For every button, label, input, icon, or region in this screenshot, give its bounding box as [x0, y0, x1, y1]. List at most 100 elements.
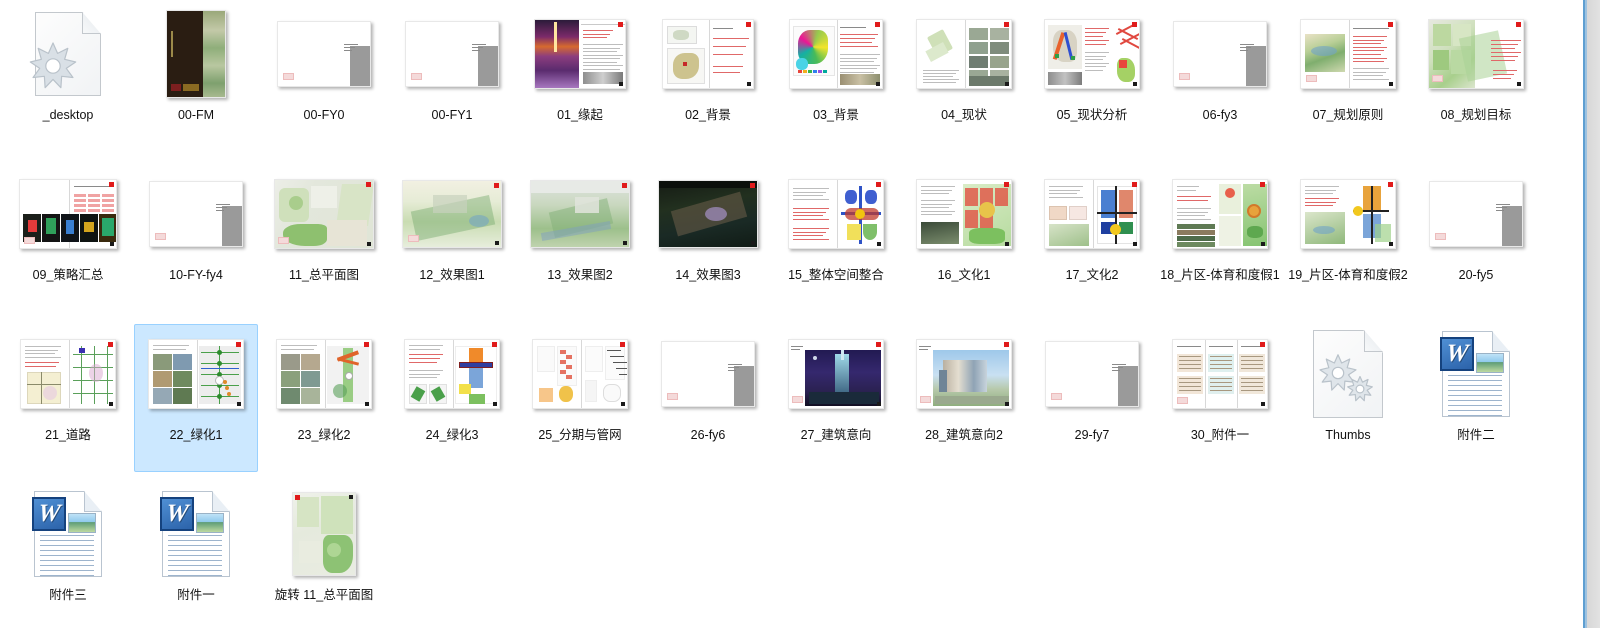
- file-thumbnail: [1165, 166, 1275, 262]
- file-thumbnail: [397, 326, 507, 422]
- file-name-label: 30_附件一: [1190, 428, 1250, 442]
- file-thumbnail: [1037, 6, 1147, 102]
- file-thumbnail: [1293, 6, 1403, 102]
- file-item[interactable]: 14_效果图3: [644, 160, 772, 320]
- file-item[interactable]: Thumbs: [1284, 320, 1412, 480]
- file-item[interactable]: 17_文化2: [1028, 160, 1156, 320]
- file-item[interactable]: 18_片区-体育和度假1: [1156, 160, 1284, 320]
- file-name-label: 14_效果图3: [675, 268, 741, 282]
- file-thumbnail: [781, 166, 891, 262]
- file-thumbnail: [653, 6, 763, 102]
- file-explorer-content-pane: _desktop 00-FM 00-FY0 00-FY1 01_缘起 02_背景 03_背景…: [0, 0, 1600, 628]
- file-thumbnail: [909, 326, 1019, 422]
- file-name-label: 12_效果图1: [419, 268, 485, 282]
- file-name-label: 02_背景: [685, 108, 731, 122]
- file-thumbnail: [1421, 6, 1531, 102]
- window-right-border: [1583, 0, 1600, 628]
- file-item[interactable]: W 附件三: [4, 480, 132, 628]
- file-name-label: 19_片区-体育和度假2: [1288, 268, 1408, 282]
- file-thumbnail: [397, 166, 507, 262]
- file-item[interactable]: 旋转 11_总平面图: [260, 480, 388, 628]
- file-name-label: 00-FY0: [303, 108, 345, 122]
- file-name-label: 26-fy6: [690, 428, 726, 442]
- file-item[interactable]: 05_现状分析: [1028, 0, 1156, 160]
- file-item[interactable]: 21_道路: [4, 320, 132, 480]
- file-item[interactable]: 19_片区-体育和度假2: [1284, 160, 1412, 320]
- scrollbar-track[interactable]: [1585, 0, 1587, 628]
- file-name-label: 10-FY-fy4: [169, 268, 223, 282]
- file-name-label: 16_文化1: [937, 268, 991, 282]
- file-item[interactable]: 08_规划目标: [1412, 0, 1540, 160]
- file-thumbnail: [525, 6, 635, 102]
- file-item[interactable]: 28_建筑意向2: [900, 320, 1028, 480]
- file-thumbnail: [1165, 326, 1275, 422]
- file-name-label: 05_现状分析: [1056, 108, 1128, 122]
- file-name-label: 08_规划目标: [1440, 108, 1512, 122]
- file-item[interactable]: 11_总平面图: [260, 160, 388, 320]
- file-item[interactable]: 15_整体空间整合: [772, 160, 900, 320]
- file-thumbnail: [141, 326, 251, 422]
- file-item[interactable]: 24_绿化3: [388, 320, 516, 480]
- file-name-label: 07_规划原则: [1312, 108, 1384, 122]
- file-name-label: 17_文化2: [1065, 268, 1119, 282]
- file-name-label: 11_总平面图: [289, 268, 359, 282]
- file-thumbnail: [13, 166, 123, 262]
- file-thumbnail: [1037, 326, 1147, 422]
- file-item[interactable]: 09_策略汇总: [4, 160, 132, 320]
- file-item[interactable]: 16_文化1: [900, 160, 1028, 320]
- file-name-label: 20-fy5: [1458, 268, 1494, 282]
- file-item[interactable]: W 附件一: [132, 480, 260, 628]
- file-name-label: 09_策略汇总: [32, 268, 104, 282]
- file-item[interactable]: 27_建筑意向: [772, 320, 900, 480]
- icon-grid[interactable]: _desktop 00-FM 00-FY0 00-FY1 01_缘起 02_背景 03_背景…: [0, 0, 1583, 628]
- file-item[interactable]: 07_规划原则: [1284, 0, 1412, 160]
- file-name-label: 15_整体空间整合: [788, 268, 884, 282]
- file-item[interactable]: 00-FM: [132, 0, 260, 160]
- file-name-label: 21_道路: [45, 428, 91, 442]
- file-name-label: 28_建筑意向2: [925, 428, 1003, 442]
- file-type-icon: W: [1421, 326, 1531, 422]
- file-item[interactable]: 30_附件一: [1156, 320, 1284, 480]
- file-item[interactable]: 04_现状: [900, 0, 1028, 160]
- file-item[interactable]: 00-FY1: [388, 0, 516, 160]
- file-name-label: 附件三: [49, 588, 87, 602]
- file-thumbnail: [1421, 166, 1531, 262]
- file-item[interactable]: 23_绿化2: [260, 320, 388, 480]
- file-item[interactable]: 13_效果图2: [516, 160, 644, 320]
- file-item[interactable]: 22_绿化1: [132, 320, 260, 480]
- file-item[interactable]: 02_背景: [644, 0, 772, 160]
- file-type-icon: W: [13, 486, 123, 582]
- file-item[interactable]: _desktop: [4, 0, 132, 160]
- file-item[interactable]: 26-fy6: [644, 320, 772, 480]
- file-thumbnail: [141, 6, 251, 102]
- file-name-label: 01_缘起: [557, 108, 603, 122]
- file-thumbnail: [141, 166, 251, 262]
- file-name-label: _desktop: [42, 108, 94, 122]
- file-item[interactable]: 01_缘起: [516, 0, 644, 160]
- file-type-icon: W: [141, 486, 251, 582]
- file-item[interactable]: 12_效果图1: [388, 160, 516, 320]
- file-name-label: 13_效果图2: [547, 268, 613, 282]
- file-item[interactable]: 20-fy5: [1412, 160, 1540, 320]
- file-name-label: 23_绿化2: [297, 428, 351, 442]
- file-name-label: Thumbs: [1325, 428, 1371, 442]
- file-thumbnail: [525, 166, 635, 262]
- file-name-label: 24_绿化3: [425, 428, 479, 442]
- file-item[interactable]: 10-FY-fy4: [132, 160, 260, 320]
- file-name-label: 18_片区-体育和度假1: [1160, 268, 1280, 282]
- file-name-label: 03_背景: [813, 108, 859, 122]
- file-item[interactable]: W 附件二: [1412, 320, 1540, 480]
- file-item[interactable]: 25_分期与管网: [516, 320, 644, 480]
- file-item[interactable]: 29-fy7: [1028, 320, 1156, 480]
- file-thumbnail: [653, 326, 763, 422]
- file-thumbnail: [909, 6, 1019, 102]
- file-type-icon: [1293, 326, 1403, 422]
- file-thumbnail: [1165, 6, 1275, 102]
- file-thumbnail: [909, 166, 1019, 262]
- file-name-label: 29-fy7: [1074, 428, 1110, 442]
- file-item[interactable]: 03_背景: [772, 0, 900, 160]
- file-item[interactable]: 06-fy3: [1156, 0, 1284, 160]
- file-thumbnail: [525, 326, 635, 422]
- file-type-icon: [13, 6, 123, 102]
- file-item[interactable]: 00-FY0: [260, 0, 388, 160]
